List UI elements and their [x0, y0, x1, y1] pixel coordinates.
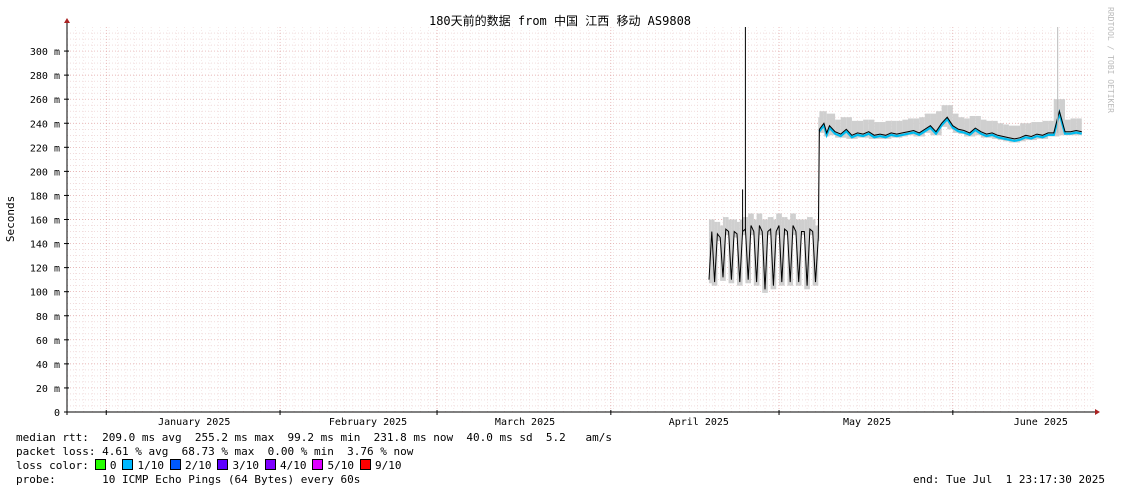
loss-color-label-item: 5/10 — [327, 459, 354, 472]
packet-loss-label: packet loss: — [16, 445, 96, 458]
loss-color-swatch — [264, 459, 276, 470]
latency-chart: 0 20 m 40 m 60 m 80 m 100 m 120 m 140 m 160 m 180… — [4, 7, 1115, 428]
probe-text: 10 ICMP Echo Pings (64 Bytes) every 60s — [102, 473, 361, 486]
loss-color-label-item: 4/10 — [279, 459, 307, 472]
loss-color-label-item: 3/10 — [232, 459, 259, 472]
y-tick-label: 220 m — [30, 143, 60, 154]
y-tick-label: 120 m — [30, 264, 60, 275]
y-tick-label: 0 — [54, 408, 60, 419]
y-axis-arrow — [64, 18, 70, 23]
loss-color-label-item: 9/10 — [374, 459, 402, 472]
end-timestamp: end: Tue Jul 1 23:17:30 2025 — [912, 473, 1105, 486]
chart-axes — [64, 18, 1100, 415]
smoke-segment — [717, 221, 721, 242]
y-tick-label: 180 m — [30, 191, 60, 202]
rtt-smoke-band — [708, 99, 1082, 293]
y-tick-label: 80 m — [36, 312, 60, 323]
watermark: RRDTOOL / TOBI OETIKER — [1106, 7, 1115, 113]
x-axis-arrow — [1095, 409, 1100, 415]
loss-color-swatch — [94, 459, 106, 470]
x-tick-label: May 2025 — [843, 417, 891, 428]
x-axis-ticks: January 2025 February 2025 March 2025 April… — [105, 410, 1068, 428]
x-tick-label: June 2025 — [1014, 417, 1068, 428]
loss-color-label-item: 1/10 — [137, 459, 164, 472]
y-tick-label: 240 m — [30, 119, 60, 130]
y-axis-label: Seconds — [4, 196, 17, 242]
loss-color-label-item: 0 — [109, 459, 117, 472]
y-axis-ticks: 0 20 m 40 m 60 m 80 m 100 m 120 m 140 m 160 m 180… — [30, 47, 69, 419]
y-tick-label: 40 m — [36, 360, 60, 371]
chart-title: 180天前的数据 from 中国 江西 移动 AS9808 — [429, 13, 691, 28]
loss-color-swatch — [359, 459, 371, 470]
y-tick-label: 100 m — [30, 288, 60, 299]
y-tick-label: 200 m — [30, 167, 60, 178]
legend-probe: probe: 10 ICMP Echo Pings (64 Bytes) eve… — [16, 473, 360, 486]
median-rtt-label: median rtt: — [16, 431, 89, 444]
legend-packet-loss: packet loss: 4.61 % avg 68.73 % max 0.00… — [16, 445, 413, 458]
x-tick-label: January 2025 — [158, 417, 230, 428]
legend-loss-color: loss color: 0 1/10 2/10 3/10 4/10 5/10 9/10 — [16, 459, 401, 472]
loss-color-swatch — [122, 459, 134, 470]
y-tick-label: 280 m — [30, 71, 60, 82]
packet-loss-stats: 4.61 % avg 68.73 % max 0.00 % min 3.76 %… — [102, 445, 414, 458]
legend-median-rtt: median rtt: 209.0 ms avg 255.2 ms max 99… — [16, 431, 612, 444]
loss-color-label-item: 2/10 — [184, 459, 212, 472]
loss-color-swatch — [217, 459, 229, 470]
probe-label: probe: — [16, 473, 56, 486]
y-tick-label: 300 m — [30, 47, 60, 58]
smoke-segment — [725, 217, 729, 236]
x-tick-label: February 2025 — [329, 417, 407, 428]
y-tick-label: 20 m — [36, 384, 60, 395]
median-rtt-stats: 209.0 ms avg 255.2 ms max 99.2 ms min 23… — [102, 431, 613, 444]
chart-grid — [66, 27, 1094, 413]
loss-color-items: 0 1/10 2/10 3/10 4/10 5/10 9/10 — [89, 459, 402, 472]
y-tick-label: 260 m — [30, 95, 60, 106]
x-tick-label: April 2025 — [669, 417, 729, 428]
y-tick-label: 140 m — [30, 240, 60, 251]
x-tick-label: March 2025 — [495, 417, 555, 428]
y-tick-label: 60 m — [36, 336, 60, 347]
loss-color-label: loss color: — [16, 459, 89, 472]
y-tick-label: 160 m — [30, 216, 60, 227]
loss-color-swatch — [312, 459, 324, 470]
loss-color-swatch — [169, 459, 181, 470]
